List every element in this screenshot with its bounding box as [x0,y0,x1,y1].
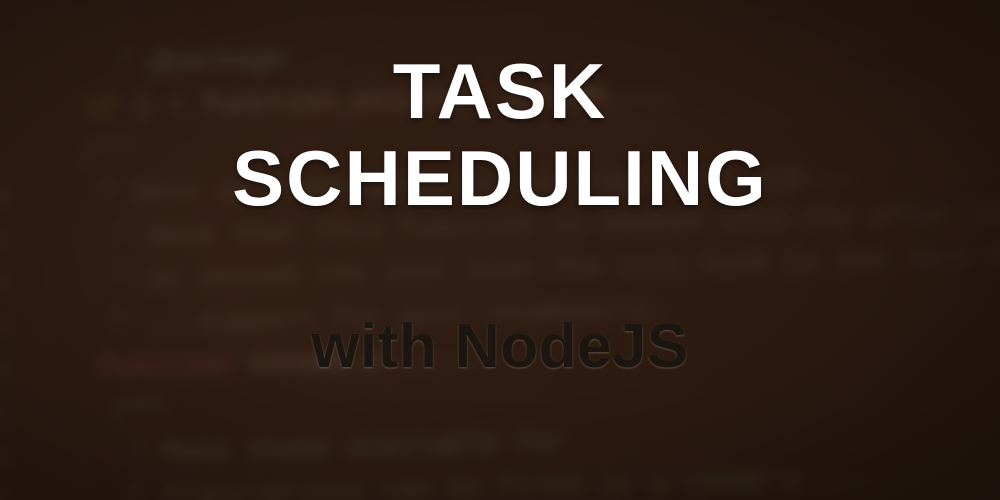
hero-banner: * @package 8 if ( ! function_exists( 'in… [0,0,1000,500]
title-container: TASK SCHEDULING with NodeJS [0,0,1000,500]
title-line-1: TASK [232,48,768,135]
subtitle: with NodeJS [311,311,689,382]
title-line-2: SCHEDULING [232,135,768,222]
main-title: TASK SCHEDULING [232,48,768,223]
